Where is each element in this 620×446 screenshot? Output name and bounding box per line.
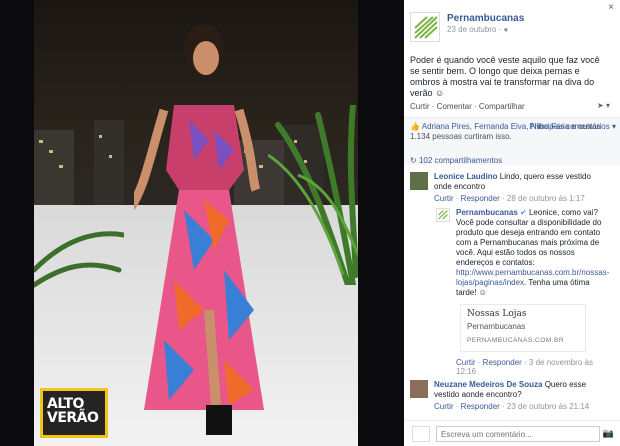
link-preview-url: PERNAMBUCANAS.COM.BR xyxy=(467,337,565,344)
comment-author[interactable]: Neuzane Medeiros De Souza xyxy=(434,380,542,389)
page-avatar[interactable] xyxy=(410,12,440,42)
comment-reply-button[interactable]: Responder xyxy=(461,194,500,203)
likes-box: 👍 Adriana Pires, Fernanda Eiva, Nilba Fa… xyxy=(404,117,620,165)
comment-input[interactable] xyxy=(436,426,600,442)
badge-line-1: ALTO xyxy=(47,396,84,412)
post-sidebar: × Pernambucanas 23 de outubro · ● Poder … xyxy=(404,0,620,446)
shares-link[interactable]: ↻ 102 compartilhamentos xyxy=(410,156,502,165)
reply-reply-button[interactable]: Responder xyxy=(483,358,522,367)
photo-viewer: ALTO VERÃO xyxy=(0,0,404,446)
reply-date[interactable]: · 3 de novembro às 12:16 xyxy=(456,358,593,376)
post-photo[interactable]: ALTO VERÃO xyxy=(34,0,358,446)
comment-date[interactable]: · 23 de outubro às 21:14 xyxy=(500,402,589,411)
reply-text: Pernambucanas ✔ Leonice, como vai? Você … xyxy=(456,208,612,298)
post-caption: Poder é quando você veste aquilo que faz… xyxy=(410,55,606,99)
smile-icon: ☺ xyxy=(478,288,487,297)
globe-icon: ● xyxy=(503,25,509,34)
emoji-icon: ☺ xyxy=(435,88,445,98)
comment-meta: Curtir · Responder · 28 de outubro às 1:… xyxy=(434,194,585,203)
user-avatar xyxy=(412,426,430,442)
comment-text: Neuzane Medeiros De Souza Quero esse ves… xyxy=(434,380,610,400)
share-count-icon: ↻ xyxy=(410,156,417,165)
alto-verao-badge: ALTO VERÃO xyxy=(40,388,108,438)
post-actions: Curtir · Comentar · Compartilhar ➤ ▾ xyxy=(410,101,610,111)
shares-count: 102 compartilhamentos xyxy=(418,156,503,165)
commenter-avatar[interactable] xyxy=(410,380,428,398)
link-preview-card[interactable]: Nossas Lojas Pernambucanas PERNAMBUCANAS… xyxy=(460,304,586,352)
link-preview-title: Nossas Lojas xyxy=(467,309,527,319)
post-date[interactable]: 23 de outubro · ● xyxy=(447,25,508,34)
post-date-text: 23 de outubro · xyxy=(447,25,504,34)
top-comments-dropdown[interactable]: Principais comentários ▾ xyxy=(529,122,616,131)
like-thumb-icon: 👍 xyxy=(410,122,420,131)
comment-reply-button[interactable]: Responder xyxy=(461,402,500,411)
actions-separator: · xyxy=(471,102,479,111)
comment-author[interactable]: Leonice Laudino xyxy=(434,172,498,181)
page-reply-avatar[interactable] xyxy=(436,208,450,222)
commenter-avatar[interactable] xyxy=(410,172,428,190)
model-figure xyxy=(134,24,264,435)
pernambucanas-logo-icon xyxy=(414,16,438,39)
comment-like-button[interactable]: Curtir xyxy=(434,194,454,203)
post-header: Pernambucanas 23 de outubro · ● xyxy=(410,12,610,44)
comment-composer: 📷 xyxy=(404,420,620,446)
reply-meta: Curtir · Responder · 3 de novembro às 12… xyxy=(456,358,593,376)
comment-date[interactable]: · 28 de outubro às 1:17 xyxy=(500,194,585,203)
comment-like-button[interactable]: Curtir xyxy=(434,402,454,411)
reply-like-button[interactable]: Curtir xyxy=(456,358,476,367)
pernambucanas-logo-icon xyxy=(438,210,448,220)
like-button[interactable]: Curtir xyxy=(410,102,430,111)
share-icon[interactable]: ➤ ▾ xyxy=(597,101,610,110)
share-button[interactable]: Compartilhar xyxy=(479,102,525,111)
page-name-link[interactable]: Pernambucanas xyxy=(447,13,524,24)
palm-plant-right xyxy=(268,105,358,285)
comment-meta: Curtir · Responder · 23 de outubro às 21… xyxy=(434,402,590,411)
actions-separator: · xyxy=(429,102,437,111)
badge-line-2: VERÃO xyxy=(47,410,99,426)
palm-plant-left xyxy=(34,231,124,288)
comment-button[interactable]: Comentar xyxy=(437,102,472,111)
verified-icon: ✔ xyxy=(520,208,527,217)
link-preview-subtitle: Pernambucanas xyxy=(467,322,526,331)
reply-author[interactable]: Pernambucanas xyxy=(456,208,518,217)
camera-icon[interactable]: 📷 xyxy=(603,428,614,439)
comment-text: Leonice Laudino Lindo, quero esse vestid… xyxy=(434,172,610,192)
